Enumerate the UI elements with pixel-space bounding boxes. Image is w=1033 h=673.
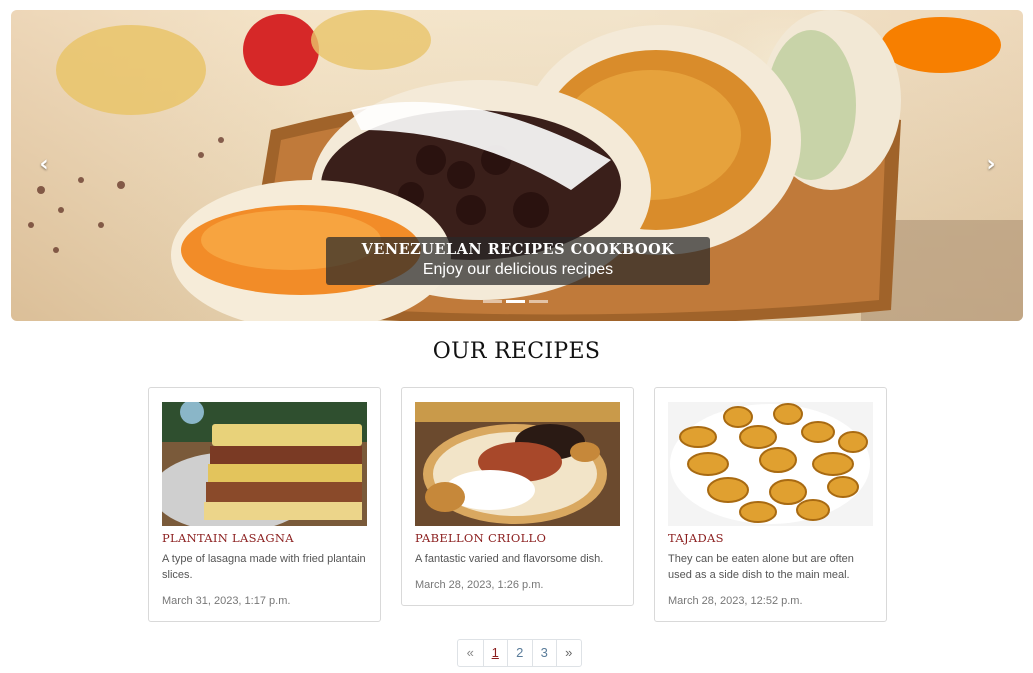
recipe-date: March 28, 2023, 1:26 p.m. bbox=[415, 579, 544, 591]
recipe-date: March 31, 2023, 1:17 p.m. bbox=[162, 595, 291, 607]
carousel-caption-text: Enjoy our delicious recipes bbox=[422, 261, 614, 278]
recipe-date: March 28, 2023, 12:52 p.m. bbox=[668, 595, 803, 607]
recipe-description: They can be eaten alone but are often us… bbox=[668, 553, 854, 581]
recipe-card-tajadas[interactable]: TAJADAS They can be eaten alone but are … bbox=[654, 387, 887, 622]
carousel-indicators bbox=[483, 300, 548, 303]
recipe-description: A fantastic varied and flavorsome dish. bbox=[415, 553, 604, 565]
carousel-next-icon[interactable]: › bbox=[976, 150, 1006, 180]
pagination-page-3[interactable]: 3 bbox=[531, 640, 557, 666]
recipe-image-plantain-lasagna[interactable] bbox=[162, 402, 367, 526]
page-title: OUR RECIPES bbox=[432, 339, 601, 364]
hero-carousel: ‹ › VENEZUELAN RECIPES COOKBOOK Enjoy ou… bbox=[11, 10, 1023, 321]
carousel-caption: VENEZUELAN RECIPES COOKBOOK Enjoy our de… bbox=[326, 237, 710, 285]
recipe-description: A type of lasagna made with fried planta… bbox=[162, 553, 366, 581]
carousel-indicator-3[interactable] bbox=[529, 300, 548, 303]
pagination-page-1[interactable]: 1 bbox=[482, 640, 508, 666]
recipe-image-pabellon-criollo[interactable] bbox=[415, 402, 620, 526]
recipe-title[interactable]: TAJADAS bbox=[668, 531, 724, 545]
carousel-indicator-1[interactable] bbox=[483, 300, 502, 303]
recipe-card-plantain-lasagna[interactable]: PLANTAIN LASAGNA A type of lasagna made … bbox=[148, 387, 381, 622]
carousel-indicator-2[interactable] bbox=[506, 300, 525, 303]
pagination-next-button[interactable]: » bbox=[556, 640, 581, 666]
carousel-caption-title: VENEZUELAN RECIPES COOKBOOK bbox=[361, 241, 675, 258]
pagination: « 1 2 3 » bbox=[457, 639, 582, 667]
recipe-image-tajadas[interactable] bbox=[668, 402, 873, 526]
pabellon-criollo-image bbox=[415, 402, 620, 526]
tajadas-image bbox=[668, 402, 873, 526]
recipe-title[interactable]: PABELLON CRIOLLO bbox=[415, 531, 546, 545]
carousel-prev-icon[interactable]: ‹ bbox=[29, 150, 59, 180]
pagination-prev-button[interactable]: « bbox=[458, 640, 483, 666]
recipe-title[interactable]: PLANTAIN LASAGNA bbox=[162, 531, 294, 545]
plantain-lasagna-image bbox=[162, 402, 367, 526]
pagination-page-2[interactable]: 2 bbox=[507, 640, 532, 666]
recipe-card-pabellon-criollo[interactable]: PABELLON CRIOLLO A fantastic varied and … bbox=[401, 387, 634, 606]
